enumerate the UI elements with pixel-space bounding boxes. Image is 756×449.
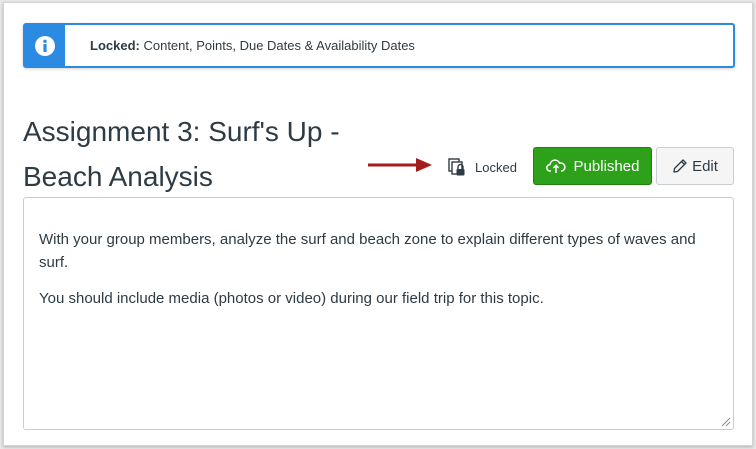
alert-detail: Content, Points, Due Dates & Availabilit…	[143, 38, 415, 53]
assignment-page: Locked: Content, Points, Due Dates & Ava…	[3, 2, 753, 446]
description-paragraph: With your group members, analyze the sur…	[39, 231, 696, 271]
lock-status[interactable]: Locked	[447, 157, 517, 177]
edit-button[interactable]: Edit	[656, 147, 734, 185]
published-label: Published	[573, 157, 640, 175]
title-line-1: Assignment 3: Surf's Up -	[23, 116, 340, 147]
cloud-upload-icon	[545, 159, 566, 173]
lock-status-label: Locked	[475, 159, 517, 175]
alert-message: Locked: Content, Points, Due Dates & Ava…	[90, 38, 415, 53]
locked-alert: Locked: Content, Points, Due Dates & Ava…	[23, 23, 735, 68]
lock-icon	[448, 158, 465, 176]
title-line-2: Beach Analysis	[23, 161, 213, 192]
page-title: Assignment 3: Surf's Up - Beach Analysis	[23, 109, 383, 199]
description-paragraph: You should include media (photos or vide…	[39, 290, 544, 307]
alert-icon-box	[25, 25, 65, 66]
pencil-icon	[673, 159, 687, 173]
description-box[interactable]: With your group members, analyze the sur…	[23, 197, 734, 430]
resize-handle-icon[interactable]	[721, 417, 731, 427]
arrow-annotation	[368, 158, 432, 172]
info-icon	[35, 35, 55, 56]
published-button[interactable]: Published	[533, 147, 652, 185]
edit-label: Edit	[692, 157, 718, 175]
alert-strong-label: Locked:	[90, 38, 140, 53]
